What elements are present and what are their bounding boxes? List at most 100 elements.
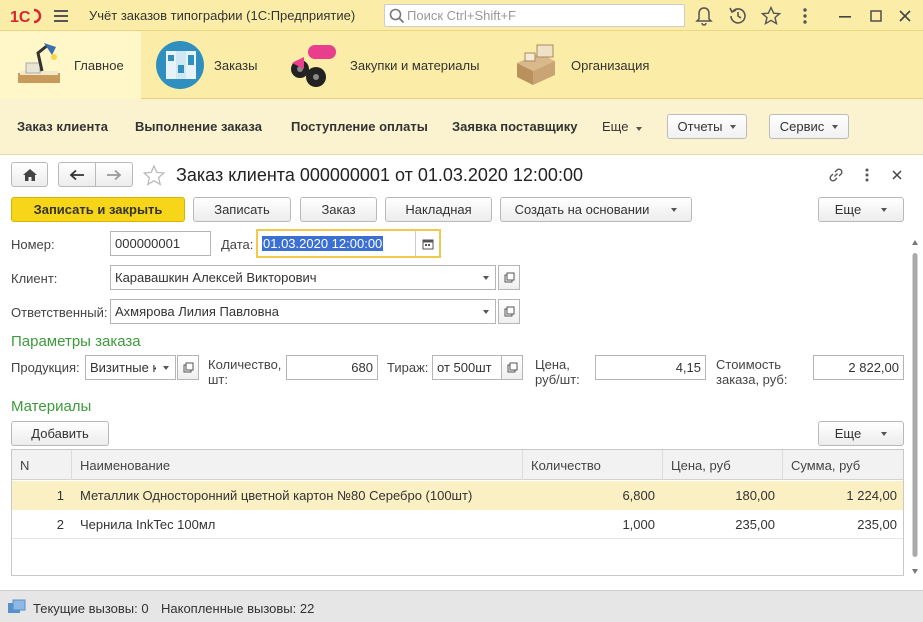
main-menu-icon[interactable] <box>52 7 70 25</box>
home-icon <box>22 168 37 181</box>
date-field[interactable]: 01.03.2020 12:00:00 <box>256 229 441 258</box>
boxes-icon <box>517 44 555 85</box>
calendar-button[interactable] <box>415 231 439 256</box>
form-more-icon[interactable] <box>858 166 876 184</box>
row-name: Чернила InkTec 100мл <box>80 517 216 532</box>
accumulated-calls-text: Накопленные вызовы: 22 <box>161 601 315 616</box>
client-dropdown-button[interactable] <box>476 265 496 290</box>
open-window-icon <box>507 362 517 373</box>
cmd-order-execution[interactable]: Выполнение заказа <box>135 119 262 134</box>
form-more-button[interactable]: Еще <box>818 197 904 222</box>
cmd-payment-receipt[interactable]: Поступление оплаты <box>291 119 428 134</box>
order-cost-field[interactable]: 2 822,00 <box>813 355 904 380</box>
order-print-button[interactable]: Заказ <box>300 197 377 222</box>
materials-group-title: Материалы <box>11 398 92 415</box>
chevron-down-icon <box>881 207 888 212</box>
history-icon[interactable] <box>727 5 749 27</box>
status-bar: Текущие вызовы: 0 Накопленные вызовы: 22 <box>0 590 923 622</box>
minimize-icon[interactable] <box>834 5 856 27</box>
column-header-n[interactable]: N <box>12 450 72 480</box>
materials-more-button[interactable]: Еще <box>818 421 904 446</box>
reports-menu-button[interactable]: Отчеты <box>667 114 747 139</box>
bell-icon[interactable] <box>693 5 715 27</box>
edition-label: Тираж: <box>387 360 429 375</box>
row-sum: 1 224,00 <box>846 488 897 503</box>
service-menu-button[interactable]: Сервис <box>769 114 849 139</box>
column-header-price[interactable]: Цена, руб <box>663 450 783 480</box>
section-commands-bar: Заказ клиента Выполнение заказа Поступле… <box>0 99 923 155</box>
desk-lamp-icon <box>18 43 60 83</box>
cmd-more[interactable]: Еще <box>602 119 643 134</box>
responsible-dropdown-button[interactable] <box>476 299 496 324</box>
row-quantity: 6,800 <box>622 488 655 503</box>
maximize-icon[interactable] <box>865 5 887 27</box>
form-scrollbar[interactable] <box>910 237 920 577</box>
row-sum: 235,00 <box>857 517 897 532</box>
chevron-down-icon <box>881 431 888 436</box>
create-based-on-button[interactable]: Создать на основании <box>500 197 692 222</box>
row-number: 1 <box>56 488 64 503</box>
favorite-star-icon[interactable] <box>142 164 166 188</box>
chevron-down-icon <box>162 365 169 370</box>
section-label-purchases: Закупки и материалы <box>350 57 480 73</box>
row-price: 180,00 <box>735 488 775 503</box>
save-button[interactable]: Записать <box>193 197 291 222</box>
price-field[interactable]: 4,15 <box>595 355 706 380</box>
row-price: 235,00 <box>735 517 775 532</box>
search-icon <box>389 8 405 24</box>
table-row[interactable]: 2 Чернила InkTec 100мл 1,000 235,00 235,… <box>12 510 903 539</box>
link-icon[interactable] <box>827 166 845 184</box>
cmd-supplier-request[interactable]: Заявка поставщику <box>452 119 577 134</box>
current-calls-text: Текущие вызовы: 0 <box>33 601 149 616</box>
column-header-sum[interactable]: Сумма, руб <box>783 450 903 480</box>
chevron-down-icon <box>832 124 839 129</box>
quantity-field[interactable]: 680 <box>286 355 378 380</box>
chevron-down-icon <box>671 207 678 212</box>
product-label: Продукция: <box>11 360 80 375</box>
materials-table: N Наименование Количество Цена, руб Сумм… <box>11 449 904 576</box>
global-search[interactable] <box>384 4 685 27</box>
add-material-button[interactable]: Добавить <box>11 421 109 446</box>
product-field[interactable]: Визитные к <box>85 355 157 380</box>
row-number: 2 <box>56 517 64 532</box>
order-params-group-title: Параметры заказа <box>11 333 141 350</box>
product-open-button[interactable] <box>177 355 199 380</box>
section-orders[interactable]: Заказы <box>154 31 284 99</box>
section-panel: Главное Заказы Закупки и материалы Орган… <box>0 31 923 99</box>
section-main[interactable]: Главное <box>0 31 141 99</box>
home-button[interactable] <box>11 162 48 187</box>
table-row[interactable]: 1 Металлик Односторонний цветной картон … <box>12 481 903 510</box>
chevron-down-icon <box>482 309 489 314</box>
section-purchases[interactable]: Закупки и материалы <box>290 31 500 99</box>
column-header-name[interactable]: Наименование <box>72 450 523 480</box>
edition-field[interactable]: от 500шт <box>432 355 502 380</box>
search-input[interactable] <box>407 7 677 24</box>
form-title: Заказ клиента 000000001 от 01.03.2020 12… <box>176 165 583 185</box>
responsible-field[interactable]: Ахмярова Лилия Павловна <box>110 299 477 324</box>
server-calls-icon[interactable] <box>7 599 27 615</box>
number-label: Номер: <box>11 237 55 252</box>
forward-button[interactable] <box>95 162 133 187</box>
number-field[interactable]: 000000001 <box>110 231 211 256</box>
back-button[interactable] <box>58 162 96 187</box>
order-cost-label: Стоимость заказа, руб: <box>716 357 788 387</box>
close-form-icon[interactable] <box>888 166 906 184</box>
section-label-main: Главное <box>74 57 124 73</box>
favorites-star-icon[interactable] <box>760 5 782 27</box>
invoice-print-button[interactable]: Накладная <box>385 197 492 222</box>
responsible-open-button[interactable] <box>498 299 520 324</box>
client-field[interactable]: Каравашкин Алексей Викторович <box>110 265 477 290</box>
product-dropdown-button[interactable] <box>156 355 176 380</box>
more-vertical-icon[interactable] <box>794 5 816 27</box>
column-header-quantity[interactable]: Количество <box>523 450 663 480</box>
1c-logo-icon: 1С <box>10 8 42 26</box>
save-and-close-button[interactable]: Записать и закрыть <box>11 197 185 222</box>
close-window-icon[interactable] <box>894 5 916 27</box>
cmd-client-order[interactable]: Заказ клиента <box>17 119 108 134</box>
section-organization[interactable]: Организация <box>511 31 661 99</box>
responsible-label: Ответственный: <box>11 305 108 320</box>
edition-open-button[interactable] <box>501 355 523 380</box>
client-open-button[interactable] <box>498 265 520 290</box>
svg-text:1С: 1С <box>10 9 31 26</box>
open-window-icon <box>504 306 514 317</box>
